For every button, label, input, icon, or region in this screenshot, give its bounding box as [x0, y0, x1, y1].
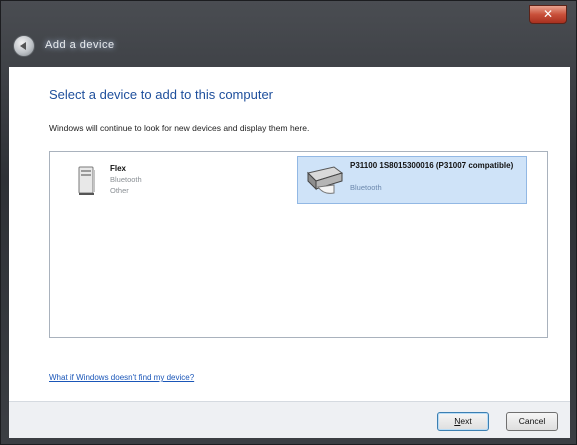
- close-button[interactable]: ✕: [529, 5, 567, 24]
- device-type: Bluetooth: [350, 183, 382, 192]
- wizard-content: Select a device to add to this computer …: [9, 67, 570, 401]
- printer-icon: [307, 166, 344, 194]
- add-device-window: Add a device ✕ Select a device to add to…: [0, 0, 577, 445]
- device-item-printer[interactable]: P31100 1S8015300016 (P31007 compatible) …: [297, 156, 527, 204]
- page-heading: Select a device to add to this computer: [49, 87, 274, 102]
- back-button[interactable]: [13, 35, 35, 57]
- next-button[interactable]: Next: [437, 412, 489, 431]
- cancel-button[interactable]: Cancel: [506, 412, 558, 431]
- title-bar: Add a device ✕: [1, 1, 576, 67]
- wizard-footer: Next Cancel: [9, 401, 570, 438]
- device-item-flex[interactable]: Flex Bluetooth Other: [72, 158, 192, 206]
- device-list[interactable]: Flex Bluetooth Other P31100 1S8015300016…: [49, 151, 548, 338]
- device-name: Flex: [110, 164, 127, 173]
- page-description: Windows will continue to look for new de…: [49, 123, 310, 133]
- next-label: ext: [460, 416, 472, 426]
- device-type: Bluetooth: [110, 175, 142, 184]
- help-link[interactable]: What if Windows doesn't find my device?: [49, 373, 194, 382]
- window-title: Add a device: [45, 39, 115, 51]
- device-name: P31100 1S8015300016 (P31007 compatible): [350, 161, 514, 170]
- computer-tower-icon: [78, 166, 95, 195]
- device-category: Other: [110, 186, 129, 195]
